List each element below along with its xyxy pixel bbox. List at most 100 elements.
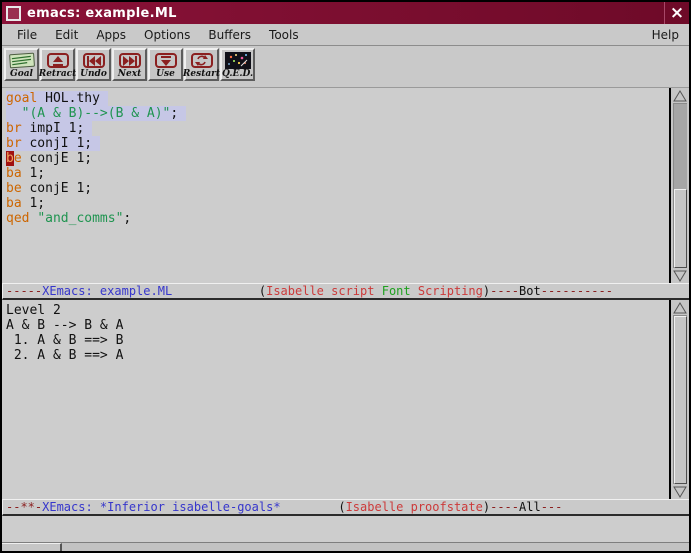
buffer-line: br conjI 1; <box>6 136 669 151</box>
text-segment: 1. A & B ==> B <box>6 333 123 348</box>
text-segment <box>6 106 22 121</box>
minibuffer-echo-area[interactable] <box>2 516 689 542</box>
qed-fireworks-icon <box>225 51 251 70</box>
text-segment: XEmacs: *Inferior isabelle-goals* <box>42 500 280 514</box>
undo-rewind-icon <box>83 53 105 68</box>
undo-button[interactable]: Undo <box>76 48 111 81</box>
text-segment: --- <box>541 500 563 514</box>
scroll-down-arrow[interactable] <box>671 268 689 283</box>
scrollbar-trough[interactable] <box>673 315 687 484</box>
text-segment: All <box>519 500 541 514</box>
close-icon: × <box>670 3 684 23</box>
scroll-up-arrow[interactable] <box>671 300 689 315</box>
text-segment: Isabelle script <box>266 284 374 298</box>
text-segment: b <box>6 151 14 166</box>
buffer-line: A & B --> B & A <box>6 318 669 333</box>
goals-scrollbar <box>669 300 689 499</box>
buffer-line: "(A & B)-->(B & A)"; <box>6 106 669 121</box>
modeline-goals-buffer: --**-XEmacs: *Inferior isabelle-goals* (… <box>2 499 689 516</box>
menu-item-options[interactable]: Options <box>135 26 199 44</box>
modeline-script-buffer: -----XEmacs: example.ML (Isabelle script… <box>2 283 689 300</box>
horizontal-scrollbar-trough[interactable] <box>62 543 689 551</box>
text-segment: 1; <box>22 196 45 211</box>
text-segment: ( <box>338 500 345 514</box>
text-segment: A & B --> B & A <box>6 318 123 333</box>
restart-cycle-icon <box>191 53 213 68</box>
text-segment: XEmacs: example.ML <box>42 284 172 298</box>
scrollbar-trough[interactable] <box>673 103 687 268</box>
scroll-down-arrow[interactable] <box>671 484 689 499</box>
menu-item-file[interactable]: File <box>8 26 46 44</box>
text-segment: HOL.thy <box>37 91 107 106</box>
use-insert-icon <box>155 53 177 68</box>
window-title: emacs: example.ML <box>27 6 664 21</box>
text-segment: Font <box>382 284 411 298</box>
menu-item-apps[interactable]: Apps <box>87 26 135 44</box>
text-segment <box>172 284 259 298</box>
next-forward-icon <box>119 53 141 68</box>
text-segment: "(A & B)-->(B & A)" <box>22 106 171 121</box>
scroll-up-arrow[interactable] <box>671 88 689 103</box>
text-segment: ---- <box>490 284 519 298</box>
toolbar: Goal Retract Undo <box>2 46 689 88</box>
title-bar[interactable]: emacs: example.ML × <box>2 2 689 24</box>
text-segment: br <box>6 121 22 136</box>
menu-item-tools[interactable]: Tools <box>260 26 308 44</box>
text-segment: conjE 1; <box>22 181 92 196</box>
restart-button-label: Restart <box>183 70 220 79</box>
system-menu-icon[interactable] <box>6 6 21 21</box>
restart-button[interactable]: Restart <box>184 48 219 81</box>
goals-buffer-pane: Level 2A & B --> B & A 1. A & B ==> B 2.… <box>2 300 689 499</box>
retract-button[interactable]: Retract <box>40 48 75 81</box>
text-segment: e <box>14 151 22 166</box>
text-segment: ---------- <box>541 284 613 298</box>
scrollbar-thumb[interactable] <box>674 189 687 268</box>
text-segment: ba <box>6 196 22 211</box>
xemacs-window: emacs: example.ML × FileEditAppsOptionsB… <box>0 0 691 553</box>
text-segment: --**- <box>6 500 42 514</box>
text-segment: goal <box>6 91 37 106</box>
text-segment: be <box>6 181 22 196</box>
text-segment: br <box>6 136 22 151</box>
scrollbar-thumb[interactable] <box>674 316 687 484</box>
goals-buffer-text[interactable]: Level 2A & B --> B & A 1. A & B ==> B 2.… <box>2 300 669 499</box>
close-button[interactable]: × <box>664 2 689 24</box>
text-segment: impI 1; <box>22 121 92 136</box>
retract-eject-icon <box>47 53 69 68</box>
buffer-line: ba 1; <box>6 196 669 211</box>
goal-scroll-icon <box>9 51 35 70</box>
use-button[interactable]: Use <box>148 48 183 81</box>
menu-item-buffers[interactable]: Buffers <box>199 26 260 44</box>
use-button-label: Use <box>156 70 175 79</box>
buffer-line: 2. A & B ==> A <box>6 348 669 363</box>
text-segment: qed <box>6 211 29 226</box>
next-button[interactable]: Next <box>112 48 147 81</box>
menu-item-help[interactable]: Help <box>648 26 683 44</box>
text-segment: Isabelle proofstate <box>346 500 483 514</box>
qed-button-label: Q.E.D. <box>222 70 253 79</box>
buffer-line: 1. A & B ==> B <box>6 333 669 348</box>
script-buffer-pane: goal HOL.thy "(A & B)-->(B & A)"; br imp… <box>2 88 689 283</box>
buffer-line: qed "and_comms"; <box>6 211 669 226</box>
text-segment: conjI 1; <box>22 136 100 151</box>
text-segment: 1; <box>22 166 45 181</box>
buffer-line: Level 2 <box>6 303 669 318</box>
buffer-line: ba 1; <box>6 166 669 181</box>
qed-button[interactable]: Q.E.D. <box>220 48 255 81</box>
text-segment <box>411 284 418 298</box>
buffer-line: be conjE 1; <box>6 151 669 166</box>
text-segment: ----- <box>6 284 42 298</box>
text-segment: ; <box>123 211 131 226</box>
text-segment: 2. A & B ==> A <box>6 348 123 363</box>
text-segment: "and_comms" <box>37 211 123 226</box>
script-buffer-text[interactable]: goal HOL.thy "(A & B)-->(B & A)"; br imp… <box>2 88 669 283</box>
buffer-line: goal HOL.thy <box>6 91 669 106</box>
buffer-line: br impI 1; <box>6 121 669 136</box>
horizontal-scrollbar-thumb[interactable] <box>2 543 62 551</box>
text-segment: ---- <box>490 500 519 514</box>
menu-item-edit[interactable]: Edit <box>46 26 87 44</box>
next-button-label: Next <box>118 70 141 79</box>
text-segment: Bot <box>519 284 541 298</box>
text-segment: conjE 1; <box>22 151 92 166</box>
goal-button[interactable]: Goal <box>4 48 39 81</box>
